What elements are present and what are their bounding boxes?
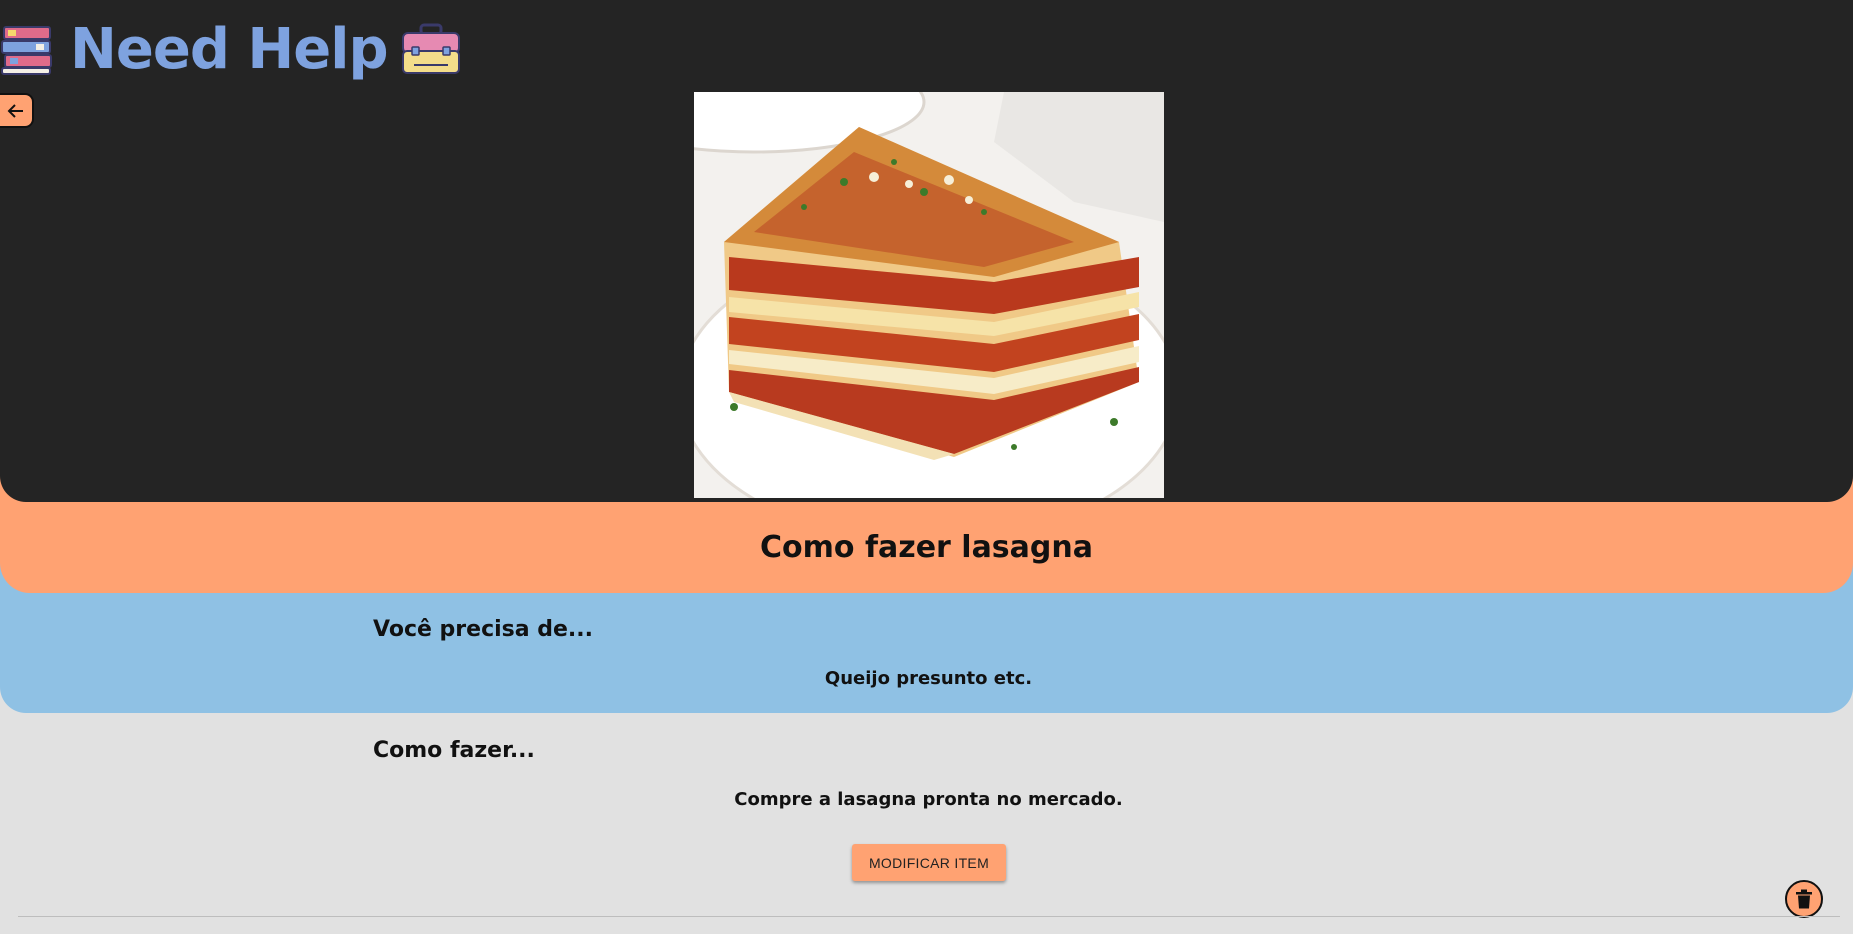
needs-heading: Você precisa de...: [373, 617, 593, 642]
back-button[interactable]: [0, 93, 34, 128]
needs-text: Queijo presunto etc.: [824, 668, 1033, 689]
delete-button[interactable]: [1785, 880, 1823, 918]
lasagna-photo: [694, 92, 1164, 498]
modify-item-button[interactable]: MODIFICAR ITEM: [852, 844, 1006, 881]
top-header: Need Help: [0, 0, 1853, 502]
arrow-left-icon: [7, 102, 25, 120]
how-text: Compre a lasagna pronta no mercado.: [734, 789, 1123, 810]
toolbox-icon: [400, 21, 462, 77]
brand: Need Help: [0, 14, 462, 84]
trash-icon: [1795, 889, 1813, 909]
bottom-divider: [18, 916, 1840, 917]
item-title: Como fazer lasagna: [760, 530, 1093, 565]
books-stack-icon: [0, 21, 56, 77]
app-title: Need Help: [70, 16, 389, 82]
how-heading: Como fazer...: [373, 738, 535, 763]
